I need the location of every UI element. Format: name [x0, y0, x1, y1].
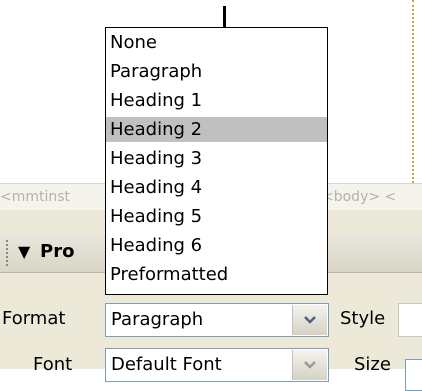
option-heading-4[interactable]: Heading 4	[106, 175, 327, 200]
format-select[interactable]: Paragraph	[105, 303, 329, 337]
style-select[interactable]	[398, 303, 422, 337]
font-select[interactable]: Default Font	[105, 348, 329, 382]
font-dropdown-button[interactable]	[292, 350, 327, 380]
format-label: Format	[2, 308, 66, 329]
font-select-value: Default Font	[111, 354, 222, 375]
size-select[interactable]	[405, 359, 422, 391]
option-heading-6[interactable]: Heading 6	[106, 233, 327, 258]
collapse-arrow-icon[interactable]: ▼	[18, 242, 30, 261]
option-preformatted[interactable]: Preformatted	[106, 262, 327, 287]
properties-title: Pro	[40, 241, 75, 262]
tag-mmtinst[interactable]: <mmtinst	[0, 184, 70, 210]
format-dropdown-button[interactable]	[292, 305, 327, 335]
option-heading-3[interactable]: Heading 3	[106, 146, 327, 171]
chevron-down-icon	[304, 361, 316, 369]
option-none[interactable]: None	[106, 30, 327, 55]
format-dropdown-list[interactable]: None Paragraph Heading 1 Heading 2 Headi…	[105, 27, 328, 295]
option-paragraph[interactable]: Paragraph	[106, 59, 327, 84]
format-select-value: Paragraph	[111, 309, 204, 330]
font-label: Font	[33, 354, 73, 375]
option-heading-2[interactable]: Heading 2	[106, 117, 327, 142]
tag-body[interactable]: <body> <	[322, 184, 396, 210]
region-border	[412, 0, 414, 183]
style-label: Style	[340, 308, 386, 329]
size-label: Size	[354, 354, 391, 375]
grip-handle[interactable]	[6, 240, 10, 266]
option-heading-1[interactable]: Heading 1	[106, 88, 327, 113]
chevron-down-icon	[304, 316, 316, 324]
option-heading-5[interactable]: Heading 5	[106, 204, 327, 229]
